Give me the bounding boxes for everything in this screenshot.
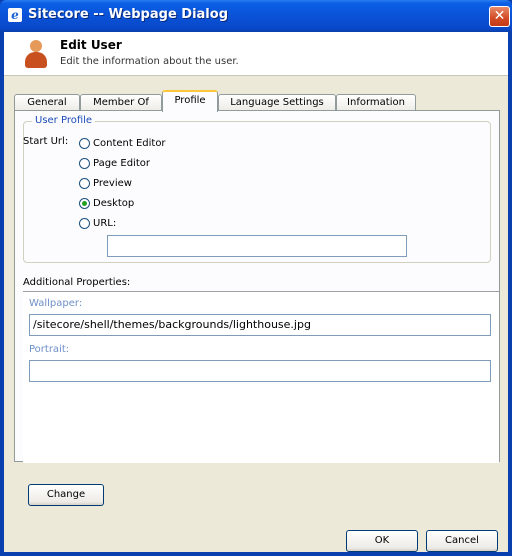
user-profile-legend: User Profile: [32, 115, 96, 126]
portrait-label: Portrait:: [29, 344, 70, 355]
cancel-button[interactable]: Cancel: [426, 530, 498, 552]
radio-label: Preview: [93, 177, 132, 189]
wallpaper-input[interactable]: /sitecore/shell/themes/backgrounds/light…: [29, 314, 491, 336]
title-bar[interactable]: e Sitecore -- Webpage Dialog ✕: [0, 0, 512, 32]
tab-profile[interactable]: Profile: [162, 90, 218, 112]
ie-icon: e: [8, 8, 22, 22]
close-button[interactable]: ✕: [489, 6, 510, 27]
profile-tab-panel: User Profile Start Url: Content Editor P…: [14, 110, 500, 463]
dialog-window: e Sitecore -- Webpage Dialog ✕ Edit User…: [0, 0, 512, 556]
radio-label: Content Editor: [93, 137, 166, 149]
dialog-client: Edit User Edit the information about the…: [4, 32, 508, 552]
radio-page-editor[interactable]: Page Editor: [79, 156, 150, 170]
radio-button[interactable]: [79, 157, 90, 169]
radio-label: Page Editor: [93, 157, 150, 169]
radio-content-editor[interactable]: Content Editor: [79, 136, 166, 150]
user-icon: [24, 40, 48, 68]
dialog-header: Edit User Edit the information about the…: [4, 32, 508, 76]
radio-url[interactable]: URL:: [79, 216, 116, 230]
additional-properties-label: Additional Properties:: [23, 277, 131, 288]
change-button[interactable]: Change: [28, 484, 104, 506]
start-url-label: Start Url:: [23, 136, 69, 147]
tab-information[interactable]: Information: [336, 94, 416, 111]
wallpaper-label: Wallpaper:: [29, 298, 83, 309]
radio-desktop[interactable]: Desktop: [79, 196, 134, 210]
portrait-input[interactable]: [29, 360, 491, 382]
radio-button[interactable]: [79, 217, 90, 229]
radio-button-checked[interactable]: [79, 197, 90, 209]
tab-general[interactable]: General: [14, 94, 80, 111]
radio-label: URL:: [93, 217, 117, 229]
radio-preview[interactable]: Preview: [79, 176, 132, 190]
tab-language-settings[interactable]: Language Settings: [218, 94, 336, 111]
url-input[interactable]: [107, 235, 407, 257]
radio-button[interactable]: [79, 177, 90, 189]
radio-label: Desktop: [93, 197, 135, 209]
tab-member-of[interactable]: Member Of: [80, 94, 162, 111]
user-profile-group: User Profile Start Url: Content Editor P…: [23, 115, 491, 263]
window-title: Sitecore -- Webpage Dialog: [28, 7, 228, 22]
radio-button[interactable]: [79, 137, 90, 149]
header-title: Edit User: [60, 38, 122, 52]
ok-button[interactable]: OK: [346, 530, 418, 552]
header-subtitle: Edit the information about the user.: [60, 56, 239, 67]
additional-properties-panel: Wallpaper: /sitecore/shell/themes/backgr…: [23, 291, 499, 463]
